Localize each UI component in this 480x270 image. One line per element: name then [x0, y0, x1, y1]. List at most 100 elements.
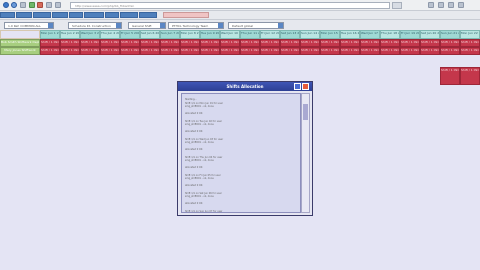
shift-cell[interactable]: Shift / 1 09:00 [400, 39, 420, 47]
shift-cell[interactable]: Shift / 1 09:00 [200, 47, 220, 55]
shift-cell[interactable]: Shift / 1 09:00 [140, 47, 160, 55]
shift-cell[interactable]: Shift / 1 09:00 [180, 39, 200, 47]
stop-icon[interactable] [37, 2, 43, 8]
tab-9[interactable] [139, 12, 157, 18]
dropdown-icon[interactable] [20, 2, 26, 8]
shift-cell[interactable]: Shift / 1 09:00 [420, 39, 440, 47]
shift-cell[interactable]: Shift / 1 09:00 [140, 39, 160, 47]
shift-cell[interactable]: Shift / 1 09:00 [440, 39, 460, 47]
shift-cell[interactable]: Shift / 1 09:00 [120, 47, 140, 55]
home-icon[interactable] [46, 2, 52, 8]
shift-cell[interactable]: Shift / 1 09:00 [280, 39, 300, 47]
shift-cell[interactable]: Shift / 1 09:00 [420, 47, 440, 55]
employee-label[interactable]: Bob Smith Shiftwork Dept 1 [0, 39, 40, 47]
help-icon[interactable] [458, 2, 464, 8]
refresh-icon[interactable] [29, 2, 35, 8]
filter-select-1[interactable]: 1.0 Ref. COMMON.ALL [4, 22, 54, 29]
filter-select-5[interactable]: Default global [228, 22, 284, 29]
date-header: Tue Jun 16 2009 [340, 30, 360, 39]
shift-cell[interactable]: Shift / 1 09:00 [280, 47, 300, 55]
favorite-icon[interactable] [55, 2, 61, 8]
address-bar[interactable]: http://www.aaaa.com/php/bb_fhbadmin [70, 2, 390, 9]
date-header: Sun Jun 7 2009 [160, 30, 180, 39]
shift-cell[interactable]: Shift / 1 09:00 [400, 47, 420, 55]
tab-6[interactable] [84, 12, 104, 18]
shift-cell[interactable]: Shift / 1 09:00 [460, 47, 480, 55]
tab-5[interactable] [69, 12, 83, 18]
filter-select-4[interactable]: PTHCL Technology Team [168, 22, 224, 29]
shift-cell[interactable]: Shift / 1 09:00 [40, 47, 60, 55]
shift-cell[interactable]: Shift / 1 09:00 [160, 39, 180, 47]
shift-cell[interactable]: Shift / 1 09:00 [320, 47, 340, 55]
dialog-title: Shifts Allocation [226, 84, 264, 89]
dialog-scrollbar[interactable] [301, 93, 310, 213]
filter-select-3[interactable]: General Shift [128, 22, 166, 29]
log-line: Shift 1/1 on Tue Jun 02 for user [185, 119, 222, 123]
extra-shift-cell[interactable]: Shift / 1 09:00 [460, 67, 480, 85]
extra-shift-cell[interactable]: Shift / 1 09:00 [440, 67, 460, 85]
scrollbar-thumb[interactable] [303, 104, 308, 120]
shift-cell[interactable]: Shift / 1 09:00 [240, 39, 260, 47]
log-line: Starting... [185, 98, 197, 101]
shift-cell[interactable]: Shift / 1 09:00 [120, 39, 140, 47]
chevron-down-icon [116, 23, 121, 28]
shift-cell[interactable]: Shift / 1 09:00 [220, 47, 240, 55]
shift-cell[interactable]: Shift / 1 09:00 [320, 39, 340, 47]
print-icon[interactable] [448, 2, 454, 8]
log-line: allocated 0 OK [185, 130, 203, 134]
shift-cell[interactable]: Shift / 1 09:00 [300, 39, 320, 47]
shift-cell[interactable]: Shift / 1 09:00 [360, 39, 380, 47]
employee-label[interactable]: Mary Jones Shiftwork [0, 47, 40, 55]
shift-cell[interactable]: Shift / 1 09:00 [380, 39, 400, 47]
shift-cell[interactable]: Shift / 1 09:00 [260, 47, 280, 55]
tools-icon[interactable] [428, 2, 434, 8]
date-header: Sun Jun 21 2009 [440, 30, 460, 39]
tab-2[interactable] [16, 12, 32, 18]
minimize-icon[interactable] [294, 83, 301, 90]
shift-cell[interactable]: Shift / 1 09:00 [60, 47, 80, 55]
shift-cell[interactable]: Shift / 1 09:00 [260, 39, 280, 47]
shift-cell[interactable]: Shift / 1 09:00 [340, 39, 360, 47]
shift-cell[interactable]: Shift / 1 09:00 [240, 47, 260, 55]
shift-cell[interactable]: Shift / 1 09:00 [160, 47, 180, 55]
shift-cell[interactable]: Shift / 1 09:00 [100, 39, 120, 47]
date-header: Fri Jun 5 2009 [120, 30, 140, 39]
shift-cell[interactable]: Shift / 1 09:00 [200, 39, 220, 47]
tab-7[interactable] [105, 12, 119, 18]
tab-1[interactable] [0, 12, 15, 18]
forward-icon[interactable] [11, 2, 17, 8]
log-line: Shift 1/1 on Fri Jun 05 for user [185, 173, 221, 177]
shift-cell[interactable]: Shift / 1 09:00 [300, 47, 320, 55]
shift-cell[interactable]: Shift / 1 09:00 [60, 39, 80, 47]
page-icon[interactable] [438, 2, 444, 8]
shift-cell[interactable]: Shift / 1 09:00 [340, 47, 360, 55]
shift-cell[interactable]: Shift / 1 09:00 [220, 39, 240, 47]
shift-cell[interactable]: Shift / 1 09:00 [460, 39, 480, 47]
tab-8[interactable] [120, 12, 138, 18]
shift-cell[interactable]: Shift / 1 09:00 [80, 39, 100, 47]
chevron-down-icon [160, 23, 165, 28]
schedule-grid: Mon Jun 1 2009Tue Jun 2 2009Wed Jun 3 20… [0, 30, 480, 88]
browser-toolbar: http://www.aaaa.com/php/bb_fhbadmin [0, 0, 480, 11]
dialog-titlebar[interactable]: Shifts Allocation [178, 82, 312, 91]
shift-cell[interactable]: Shift / 1 09:00 [440, 47, 460, 55]
shift-cell[interactable]: Shift / 1 09:00 [100, 47, 120, 55]
shift-cell[interactable]: Shift / 1 09:00 [380, 47, 400, 55]
date-header: Fri Jun 12 2009 [260, 30, 280, 39]
date-header: Thu Jun 18 2009 [380, 30, 400, 39]
log-line: smg_shift001 - ok, done [185, 195, 214, 199]
log-line: allocated 0 OK [185, 202, 203, 206]
tab-active[interactable] [163, 12, 209, 18]
close-icon[interactable] [302, 83, 309, 90]
shift-cell[interactable]: Shift / 1 09:00 [180, 47, 200, 55]
shift-cell[interactable]: Shift / 1 09:00 [80, 47, 100, 55]
log-line: smg_shift001 - ok, done [185, 123, 214, 127]
back-icon[interactable] [3, 2, 9, 8]
tab-4[interactable] [52, 12, 68, 18]
go-button[interactable] [392, 2, 402, 9]
filter-select-2[interactable]: Schedule Kt. Construction [68, 22, 122, 29]
shift-cell[interactable]: Shift / 1 09:00 [360, 47, 380, 55]
shift-cell[interactable]: Shift / 1 09:00 [40, 39, 60, 47]
tab-3[interactable] [33, 12, 51, 18]
date-header: Tue Jun 2 2009 [60, 30, 80, 39]
